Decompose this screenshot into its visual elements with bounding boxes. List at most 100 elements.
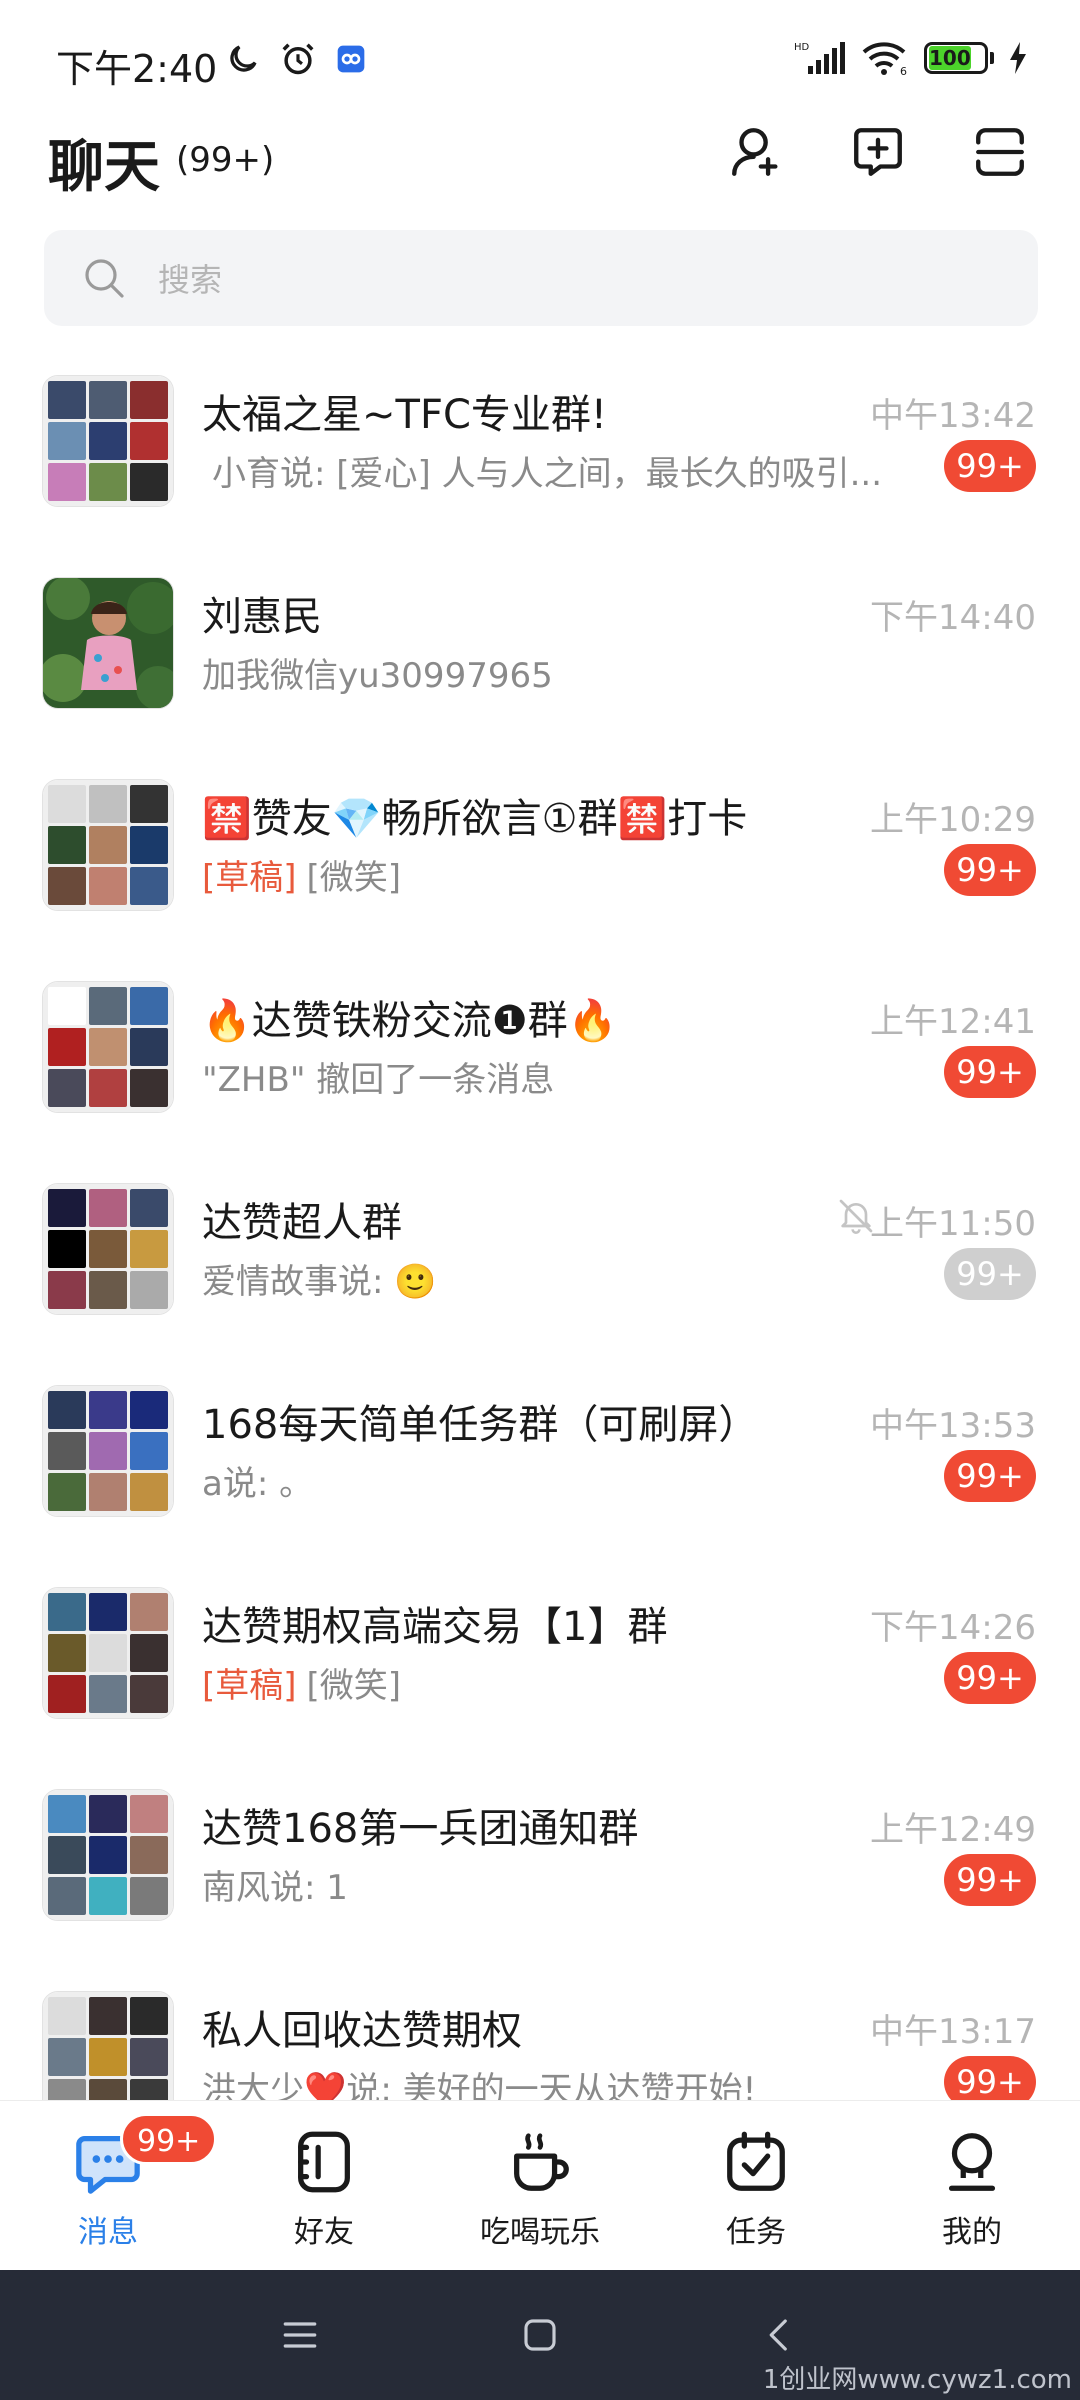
home-square-icon — [524, 2319, 556, 2351]
search-bar[interactable]: 搜索 — [44, 230, 1038, 326]
avatar-tile — [89, 1997, 127, 2035]
chat-preview: [草稿] [微笑] — [202, 858, 402, 898]
nav-friends[interactable]: 好友 — [216, 2101, 432, 2270]
avatar-tile — [48, 381, 86, 419]
avatar-tile — [130, 1028, 168, 1066]
avatar-tile — [130, 1432, 168, 1470]
chat-name: 刘惠民 — [202, 594, 322, 640]
avatar-tile — [89, 1836, 127, 1874]
avatar-tile — [48, 1069, 86, 1107]
avatar-tile — [48, 867, 86, 905]
add-friend-button[interactable] — [724, 120, 788, 184]
status-icons-right: HD 6 100 — [794, 40, 1028, 76]
chat-item[interactable]: 私人回收达赞期权 洪大少❤️说: 美好的一天从达赞开始! 中午13:17 99+ — [0, 1946, 1080, 2100]
avatar-tile — [48, 1473, 86, 1511]
chat-item[interactable]: 🈲赞友💎畅所欲言①群🈲打卡 [草稿] [微笑] 上午10:29 99+ — [0, 734, 1080, 936]
avatar-tile — [48, 1432, 86, 1470]
avatar-tile — [130, 1230, 168, 1268]
bottom-navigation: 消息 99+ 好友 吃喝玩乐 任务 我的 — [0, 2100, 1080, 2270]
scan-button[interactable] — [968, 120, 1032, 184]
nav-label: 好友 — [294, 2215, 354, 2250]
chat-item[interactable]: 达赞期权高端交易【1】群 [草稿] [微笑] 下午14:26 99+ — [0, 1542, 1080, 1744]
unread-count: (99+) — [176, 140, 275, 180]
avatar-tile — [48, 1189, 86, 1227]
avatar-tile — [130, 1271, 168, 1309]
chat-preview: 加我微信yu30997965 — [202, 656, 553, 696]
chat-time: 中午13:17 — [870, 2012, 1036, 2052]
avatar-tile — [48, 1795, 86, 1833]
chat-item[interactable]: 刘惠民 加我微信yu30997965 下午14:40 — [0, 532, 1080, 734]
chat-preview: 小育说: [爱心] 人与人之间，最长久的吸引... — [212, 454, 883, 494]
chat-item[interactable]: 太福之星~TFC专业群! 小育说: [爱心] 人与人之间，最长久的吸引... 中… — [0, 330, 1080, 532]
avatar-tile — [130, 1675, 168, 1713]
chat-preview: a说: 。 — [202, 1464, 314, 1504]
avatar-tile — [89, 826, 127, 864]
nav-profile[interactable]: 我的 — [864, 2101, 1080, 2270]
home-button[interactable] — [510, 2305, 570, 2365]
chat-name: 太福之星~TFC专业群! — [202, 392, 607, 438]
avatar-tile — [89, 1795, 127, 1833]
back-button[interactable] — [750, 2305, 810, 2365]
header: 聊天 (99+) — [0, 110, 1080, 230]
avatar-tile — [130, 1069, 168, 1107]
avatar-tile — [89, 1432, 127, 1470]
signal-icon: HD — [794, 42, 845, 74]
nav-messages[interactable]: 消息 99+ — [0, 2101, 218, 2270]
avatar-tile — [130, 1634, 168, 1672]
unread-badge: 99+ — [944, 2056, 1036, 2100]
profile-icon — [948, 2133, 996, 2191]
avatar-tile — [89, 867, 127, 905]
unread-badge-muted: 99+ — [944, 1248, 1036, 1300]
chat-time: 上午11:50 — [870, 1204, 1036, 1244]
chat-time: 下午14:40 — [870, 598, 1036, 638]
avatar-tile — [89, 1593, 127, 1631]
chat-preview: 洪大少❤️说: 美好的一天从达赞开始! — [202, 2070, 757, 2100]
search-placeholder: 搜索 — [158, 261, 223, 299]
avatar-tile — [48, 2038, 86, 2076]
avatar-tile — [48, 1675, 86, 1713]
chat-list[interactable]: 太福之星~TFC专业群! 小育说: [爱心] 人与人之间，最长久的吸引... 中… — [0, 330, 1080, 2100]
unread-badge: 99+ — [944, 1046, 1036, 1098]
moon-icon — [230, 45, 257, 72]
svg-text:6: 6 — [900, 65, 907, 76]
avatar-tile — [48, 1230, 86, 1268]
chat-item[interactable]: 🔥达赞铁粉交流❶群🔥 "ZHB" 撤回了一条消息 上午12:41 99+ — [0, 936, 1080, 1138]
avatar-tile — [89, 1230, 127, 1268]
charging-icon — [1010, 42, 1026, 74]
chat-time: 上午10:29 — [870, 800, 1036, 840]
nav-label: 任务 — [726, 2215, 786, 2250]
chat-time: 下午14:26 — [870, 1608, 1036, 1648]
battery-indicator: 100 — [924, 42, 994, 74]
nav-tasks[interactable]: 任务 — [648, 2101, 864, 2270]
avatar-tile — [89, 987, 127, 1025]
app-notification-icon — [337, 45, 365, 73]
unread-badge: 99+ — [944, 844, 1036, 896]
avatar-tile — [89, 1271, 127, 1309]
user-avatar — [42, 577, 174, 709]
search-icon — [85, 259, 124, 298]
avatar-tile — [48, 1634, 86, 1672]
new-chat-button[interactable] — [846, 120, 910, 184]
chat-item[interactable]: 168每天简单任务群（可刷屏） a说: 。 中午13:53 99+ — [0, 1340, 1080, 1542]
unread-badge: 99+ — [944, 1450, 1036, 1502]
chat-preview: 南风说: 1 — [202, 1868, 348, 1908]
avatar-tile — [130, 867, 168, 905]
avatar-tile — [89, 1189, 127, 1227]
avatar-tile — [89, 1391, 127, 1429]
coffee-cup-icon — [514, 2133, 569, 2191]
avatar-tile — [130, 785, 168, 823]
avatar-tile — [130, 1189, 168, 1227]
avatar-tile — [130, 1997, 168, 2035]
status-time: 下午2:40 — [56, 47, 218, 91]
wifi-icon: 6 — [862, 42, 907, 76]
chat-time: 中午13:42 — [870, 396, 1036, 436]
header-actions — [724, 120, 1032, 184]
avatar-tile — [130, 987, 168, 1025]
avatar-tile — [130, 463, 168, 501]
recent-apps-button[interactable] — [270, 2305, 330, 2365]
chat-item[interactable]: 达赞168第一兵团通知群 南风说: 1 上午12:49 99+ — [0, 1744, 1080, 1946]
chat-item[interactable]: 达赞超人群 爱情故事说: 🙂 上午11:50 99+ — [0, 1138, 1080, 1340]
avatar-tile — [130, 1391, 168, 1429]
nav-food-fun[interactable]: 吃喝玩乐 — [432, 2101, 648, 2270]
group-avatar — [42, 1183, 174, 1315]
